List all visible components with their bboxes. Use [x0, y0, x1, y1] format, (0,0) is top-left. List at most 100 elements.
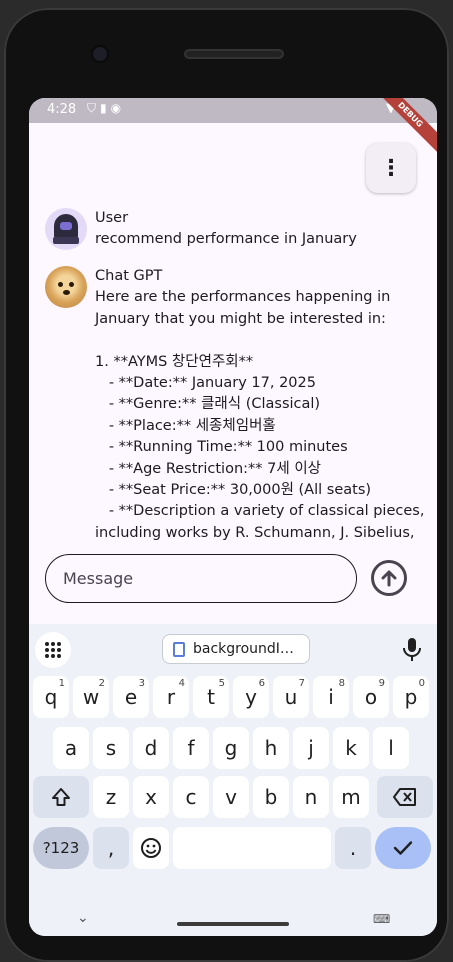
key-k[interactable]: k	[333, 727, 369, 769]
space-bar[interactable]	[173, 827, 331, 869]
key-label: o	[364, 685, 378, 709]
chat-message-list[interactable]: User recommend performance in January Ch…	[29, 208, 437, 546]
home-gesture-pill[interactable]	[177, 922, 289, 926]
status-bar: 4:28 ⛉▮◉ ▼▮ DEBUG	[29, 98, 437, 159]
app-screen: 4:28 ⛉▮◉ ▼▮ DEBUG ⋮ User recommend	[29, 98, 437, 936]
arrow-up-icon	[381, 570, 397, 587]
key-i[interactable]: i8	[313, 676, 349, 718]
message-text: recommend performance in January	[95, 231, 357, 248]
key-hint: 6	[258, 678, 265, 689]
more-vert-icon: ⋮	[380, 155, 402, 181]
backspace-icon	[393, 788, 416, 806]
key-label: y	[245, 685, 257, 709]
keyboard-row-4: ?123 , .	[29, 827, 437, 873]
avatar-nose	[63, 290, 70, 295]
key-hint: 5	[218, 678, 225, 689]
key-g[interactable]: g	[213, 727, 249, 769]
key-hint: 2	[98, 678, 105, 689]
key-label: i	[328, 685, 334, 709]
keyboard-apps-button[interactable]	[35, 632, 71, 668]
message-body: Chat GPT Here are the performances happe…	[95, 266, 425, 546]
message-sender: User	[95, 210, 129, 226]
key-hint: 3	[138, 678, 145, 689]
avatar-eye-left	[58, 282, 63, 287]
key-w[interactable]: w2	[73, 676, 109, 718]
composer	[29, 553, 437, 613]
key-u[interactable]: u7	[273, 676, 309, 718]
key-e[interactable]: e3	[113, 676, 149, 718]
key-m[interactable]: m	[333, 776, 369, 818]
overflow-menu-button[interactable]: ⋮	[366, 143, 416, 193]
key-hint: 8	[338, 678, 345, 689]
key-label: q	[44, 685, 58, 709]
soft-keyboard: backgroundI… q1 w2 e3 r4 t5 y6 u7 i8 o9 …	[29, 624, 437, 936]
key-a[interactable]: a	[53, 727, 89, 769]
user-avatar	[45, 208, 87, 250]
system-navigation-bar: ⌄ ⌨	[29, 910, 437, 936]
front-camera	[93, 47, 107, 61]
key-hint: 9	[378, 678, 385, 689]
clipboard-suggestion-text: backgroundI…	[193, 641, 294, 657]
shift-key[interactable]	[33, 776, 89, 818]
clipboard-icon	[173, 641, 185, 657]
period-key[interactable]: .	[335, 827, 371, 869]
key-hint: 7	[298, 678, 305, 689]
key-d[interactable]: d	[133, 727, 169, 769]
hacker-face-shape	[60, 222, 72, 230]
key-hint: 4	[178, 678, 185, 689]
key-c[interactable]: c	[173, 776, 209, 818]
status-time: 4:28	[47, 102, 77, 117]
key-hint: 0	[418, 678, 425, 689]
key-label: t	[207, 685, 215, 709]
key-label: e	[124, 685, 138, 709]
key-label: w	[82, 685, 100, 709]
key-label: u	[284, 685, 298, 709]
key-q[interactable]: q1	[33, 676, 69, 718]
keyboard-row-1: q1 w2 e3 r4 t5 y6 u7 i8 o9 p0	[29, 676, 437, 722]
apps-grid-icon	[45, 642, 61, 658]
keyboard-row-2: a s d f g h j k l	[29, 727, 437, 773]
chevron-down-icon[interactable]: ⌄	[77, 910, 89, 926]
symbols-key[interactable]: ?123	[33, 827, 89, 869]
message-sender: Chat GPT	[95, 268, 163, 284]
phone-frame: 4:28 ⛉▮◉ ▼▮ DEBUG ⋮ User recommend	[4, 8, 449, 962]
key-v[interactable]: v	[213, 776, 249, 818]
key-p[interactable]: p0	[393, 676, 429, 718]
emoji-key[interactable]	[133, 827, 169, 869]
sim-card-icon: ▮	[100, 101, 111, 115]
key-r[interactable]: r4	[153, 676, 189, 718]
key-n[interactable]: n	[293, 776, 329, 818]
send-button[interactable]	[371, 560, 407, 596]
key-t[interactable]: t5	[193, 676, 229, 718]
earpiece-speaker	[184, 49, 284, 59]
avatar-eye-right	[69, 282, 74, 287]
clipboard-suggestion-chip[interactable]: backgroundI…	[162, 634, 310, 664]
keyboard-toolbar: backgroundI…	[29, 624, 437, 672]
message-body: User recommend performance in January	[95, 208, 425, 251]
key-f[interactable]: f	[173, 727, 209, 769]
android-icon: ◉	[110, 101, 126, 115]
checkmark-icon	[393, 841, 413, 855]
shift-icon	[52, 788, 70, 806]
message-input[interactable]	[45, 554, 357, 603]
key-y[interactable]: y6	[233, 676, 269, 718]
keyboard-row-3: z x c v b n m	[29, 776, 437, 822]
shield-icon: ⛉	[87, 101, 101, 115]
key-s[interactable]: s	[93, 727, 129, 769]
key-l[interactable]: l	[373, 727, 409, 769]
enter-key[interactable]	[375, 827, 431, 869]
keyboard-icon[interactable]: ⌨	[373, 912, 390, 926]
key-b[interactable]: b	[253, 776, 289, 818]
emoji-icon	[141, 838, 161, 858]
key-z[interactable]: z	[93, 776, 129, 818]
hacker-laptop-shape	[53, 237, 79, 244]
key-label: r	[166, 685, 176, 709]
status-notification-icons: ⛉▮◉	[87, 101, 125, 116]
comma-key[interactable]: ,	[93, 827, 129, 869]
key-h[interactable]: h	[253, 727, 289, 769]
mic-icon[interactable]	[401, 636, 423, 662]
key-o[interactable]: o9	[353, 676, 389, 718]
key-x[interactable]: x	[133, 776, 169, 818]
key-j[interactable]: j	[293, 727, 329, 769]
backspace-key[interactable]	[377, 776, 433, 818]
